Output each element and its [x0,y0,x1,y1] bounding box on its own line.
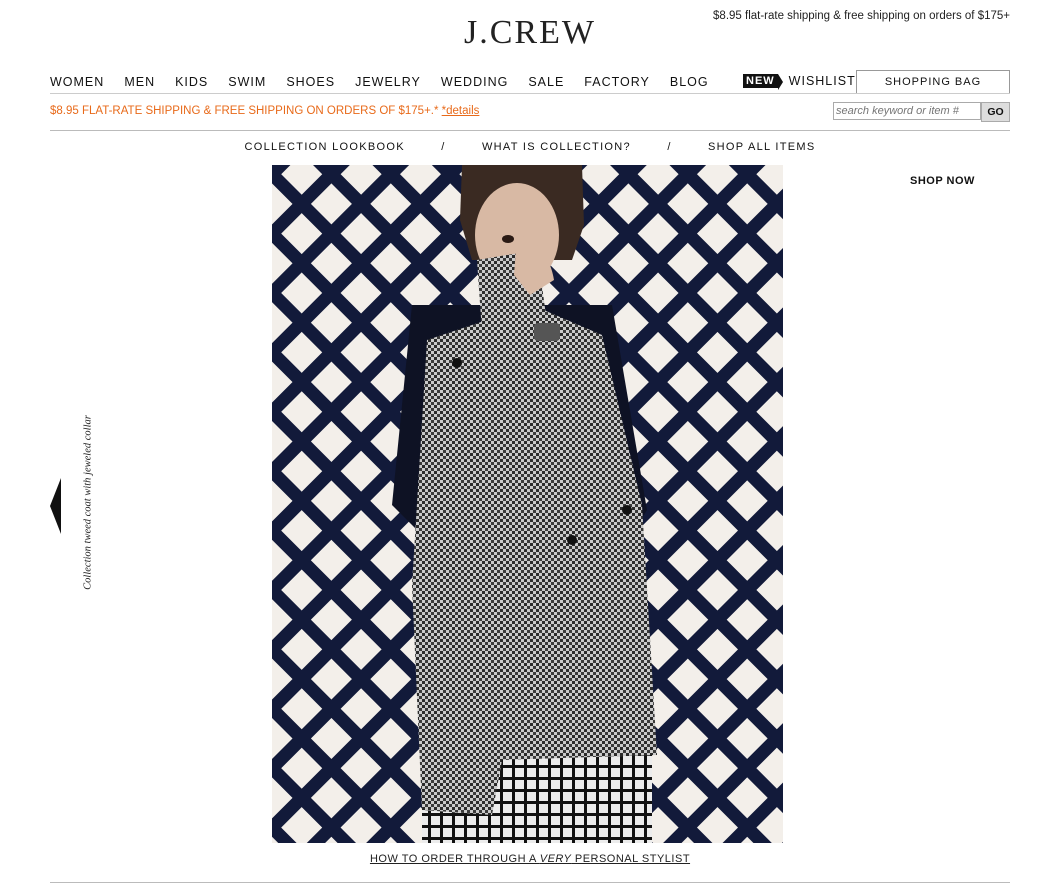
main-nav: WOMEN MEN KIDS SWIM SHOES JEWELRY WEDDIN… [50,75,729,89]
previous-arrow-icon[interactable] [50,478,61,534]
nav-wedding[interactable]: WEDDING [441,75,508,89]
personal-stylist-link[interactable]: HOW TO ORDER THROUGH A VERY PERSONAL STY… [0,853,1060,865]
top-shipping-promo: $8.95 flat-rate shipping & free shipping… [713,10,1010,22]
photo-caption: Collection tweed coat with jeweled colla… [82,415,94,590]
shop-now-link[interactable]: SHOP NOW [910,175,975,187]
nav-jewelry[interactable]: JEWELRY [355,75,421,89]
nav-women[interactable]: WOMEN [50,75,104,89]
subnav-separator: / [441,141,446,153]
details-link[interactable]: *details [442,105,480,117]
stylist-text-emphasis: VERY [539,853,572,865]
search-input[interactable] [833,102,981,120]
header-divider [50,130,1010,131]
subnav-separator: / [667,141,672,153]
nav-blog[interactable]: BLOG [670,75,709,89]
lookbook-image [272,165,783,843]
collection-subnav: COLLECTION LOOKBOOK / WHAT IS COLLECTION… [0,141,1060,153]
lookbook-photo[interactable] [272,165,783,843]
shopping-bag-button[interactable]: SHOPPING BAG [856,70,1010,93]
subnav-what-is-collection[interactable]: WHAT IS COLLECTION? [482,141,631,153]
stylist-text-end: PERSONAL STYLIST [571,853,691,865]
nav-factory[interactable]: FACTORY [584,75,650,89]
nav-shoes[interactable]: SHOES [286,75,335,89]
subnav-shop-all[interactable]: SHOP ALL ITEMS [708,141,815,153]
nav-divider [50,93,1010,94]
new-badge: NEW [743,74,783,90]
wishlist-label: WISHLIST [788,74,856,88]
shipping-promo: $8.95 FLAT-RATE SHIPPING & FREE SHIPPING… [50,105,479,117]
nav-sale[interactable]: SALE [528,75,564,89]
nav-kids[interactable]: KIDS [175,75,208,89]
wishlist-link[interactable]: NEW WISHLIST [743,74,856,90]
search-go-button[interactable]: GO [981,102,1010,122]
stylist-text-start: HOW TO ORDER THROUGH A [369,853,540,865]
bottom-divider [50,882,1010,883]
shipping-promo-text: $8.95 FLAT-RATE SHIPPING & FREE SHIPPING… [50,105,439,117]
nav-swim[interactable]: SWIM [228,75,266,89]
nav-men[interactable]: MEN [124,75,155,89]
subnav-lookbook[interactable]: COLLECTION LOOKBOOK [244,141,404,153]
